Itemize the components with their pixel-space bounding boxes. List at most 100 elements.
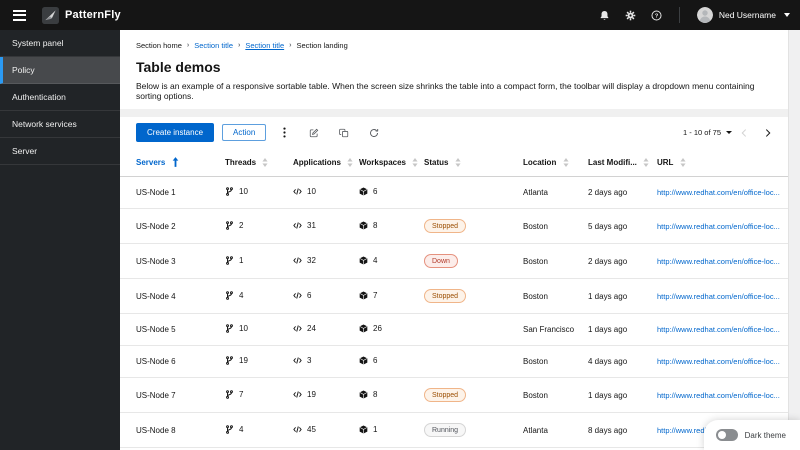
- workspaces-cell: 26: [353, 313, 418, 347]
- action-button[interactable]: Action: [222, 124, 267, 141]
- table-row: US-Node 2 2 31 8 Stopped Boston 5 days a…: [120, 208, 788, 245]
- edit-icon[interactable]: [309, 128, 319, 138]
- user-menu[interactable]: Ned Username: [696, 7, 790, 23]
- table-row: US-Node 4 4 6 7 Stopped Boston 1 days ag…: [120, 278, 788, 315]
- server-name-cell: US-Node 3: [120, 243, 219, 280]
- column-header-threads[interactable]: Threads: [219, 148, 287, 177]
- last-modified-cell: 2 days ago: [582, 176, 651, 209]
- applications-cell: 3: [287, 345, 353, 379]
- page-header-section: Section home › Section title › Section t…: [120, 30, 788, 109]
- threads-cell: 10: [219, 176, 287, 209]
- breadcrumb-item-section-title-2[interactable]: Section title: [245, 41, 284, 50]
- sort-ascending-icon: [172, 157, 178, 167]
- url-link[interactable]: http://www.redhat.com/en/office-loc...: [657, 188, 782, 197]
- sidebar-item-server[interactable]: Server: [0, 138, 120, 165]
- nav-toggle-hamburger-icon[interactable]: [4, 0, 34, 30]
- brand-logo: PatternFly: [42, 6, 121, 24]
- location-cell: Atlanta: [517, 412, 582, 449]
- column-header-servers[interactable]: Servers: [120, 148, 219, 177]
- code-branch-icon: [225, 425, 234, 434]
- table-header-row: Servers Threads Applications Workspaces …: [120, 148, 788, 177]
- url-link[interactable]: http://www.redhat.com/en/office-loc...: [657, 325, 782, 334]
- code-icon: [293, 356, 302, 365]
- breadcrumb-separator-icon: ›: [186, 42, 190, 49]
- applications-cell: 31: [287, 208, 353, 245]
- table-row: US-Node 3 1 32 4 Down Boston 2 days ago …: [120, 243, 788, 280]
- sync-refresh-icon[interactable]: [369, 128, 379, 138]
- code-branch-icon: [225, 356, 234, 366]
- code-branch-icon: [225, 255, 234, 265]
- url-cell: http://www.redhat.com/en/office-loc...: [651, 377, 788, 414]
- url-cell: http://www.redhat.com/en/office-loc...: [651, 345, 788, 379]
- code-branch-icon: [225, 390, 234, 399]
- url-link[interactable]: http://www.redhat.com/en/office-loc...: [657, 292, 782, 301]
- status-cell: [418, 313, 517, 347]
- location-cell: Boston: [517, 243, 582, 280]
- sort-icon: [563, 157, 569, 167]
- column-header-url[interactable]: URL: [651, 148, 788, 177]
- sort-icon: [680, 157, 686, 167]
- next-page-chevron-icon[interactable]: [764, 128, 772, 137]
- servers-table: Servers Threads Applications Workspaces …: [120, 148, 788, 450]
- workspaces-cell: 1: [353, 412, 418, 449]
- status-cell: [418, 176, 517, 209]
- url-link[interactable]: http://www.redhat.com/en/office-loc...: [657, 257, 782, 266]
- breadcrumb-item-home[interactable]: Section home: [136, 41, 182, 50]
- section-divider-band: [120, 109, 788, 117]
- table-row: US-Node 1 10 10 6 Atlanta 2 days ago htt…: [120, 176, 788, 209]
- pagination-range-menu[interactable]: 1 - 10 of 75: [683, 128, 732, 137]
- status-cell: Stopped: [418, 278, 517, 315]
- location-cell: Boston: [517, 208, 582, 245]
- column-header-status[interactable]: Status: [418, 148, 517, 177]
- cube-icon: [359, 220, 368, 230]
- previous-page-chevron-icon[interactable]: [740, 128, 748, 137]
- settings-gear-icon[interactable]: [625, 10, 636, 21]
- url-link[interactable]: http://www.redhat.com/en/office-loc...: [657, 391, 782, 400]
- kebab-menu-icon[interactable]: [280, 127, 289, 138]
- column-header-workspaces[interactable]: Workspaces: [353, 148, 418, 177]
- server-name-cell: US-Node 4: [120, 278, 219, 315]
- table-row: US-Node 8 4 45 1 Running Atlanta 8 days …: [120, 412, 788, 449]
- clone-icon[interactable]: [339, 128, 349, 138]
- breadcrumb-item-current: Section landing: [296, 41, 348, 50]
- threads-cell: 7: [219, 377, 287, 414]
- server-name-cell: US-Node 6: [120, 345, 219, 379]
- sidebar-nav: System panel Policy Authentication Netwo…: [0, 30, 120, 450]
- cube-icon: [359, 390, 368, 399]
- url-link[interactable]: http://www.redhat.com/en/office-loc...: [657, 357, 782, 366]
- sidebar-item-network-services[interactable]: Network services: [0, 111, 120, 138]
- column-header-applications[interactable]: Applications: [287, 148, 353, 177]
- masthead-divider: [678, 7, 680, 23]
- table-row: US-Node 7 7 19 8 Stopped Boston 1 days a…: [120, 377, 788, 414]
- help-question-icon[interactable]: ?: [651, 9, 662, 21]
- status-cell: [418, 345, 517, 379]
- workspaces-cell: 6: [353, 345, 418, 379]
- cube-icon: [359, 256, 368, 265]
- breadcrumb-item-section-title-1[interactable]: Section title: [194, 41, 233, 50]
- sidebar-item-policy[interactable]: Policy: [0, 57, 120, 84]
- threads-cell: 19: [219, 345, 287, 379]
- last-modified-cell: 4 days ago: [582, 345, 651, 379]
- status-cell: Stopped: [418, 208, 517, 245]
- applications-cell: 32: [287, 243, 353, 280]
- dark-theme-switch[interactable]: [715, 429, 738, 441]
- sidebar-item-authentication[interactable]: Authentication: [0, 84, 120, 111]
- breadcrumb-separator-icon: ›: [289, 42, 292, 49]
- code-icon: [293, 324, 302, 333]
- last-modified-cell: 1 days ago: [582, 313, 651, 347]
- server-name-cell: US-Node 7: [120, 377, 219, 414]
- threads-cell: 2: [219, 208, 287, 245]
- page-scrollbar[interactable]: [788, 30, 800, 450]
- table-row: US-Node 6 19 3 6 Boston 4 days ago http:…: [120, 345, 788, 379]
- create-instance-button[interactable]: Create instance: [136, 123, 215, 142]
- column-header-modified[interactable]: Last Modifi...: [582, 148, 651, 177]
- breadcrumb-separator-icon: ›: [238, 42, 241, 49]
- server-name-cell: US-Node 8: [120, 412, 219, 449]
- status-cell: Stopped: [418, 377, 517, 414]
- status-badge: Stopped: [424, 219, 467, 234]
- url-link[interactable]: http://www.redhat.com/en/office-loc...: [657, 222, 782, 231]
- notifications-bell-icon[interactable]: [599, 10, 610, 21]
- user-name: Ned Username: [718, 10, 776, 20]
- sidebar-item-system-panel[interactable]: System panel: [0, 30, 120, 57]
- column-header-location[interactable]: Location: [517, 148, 582, 177]
